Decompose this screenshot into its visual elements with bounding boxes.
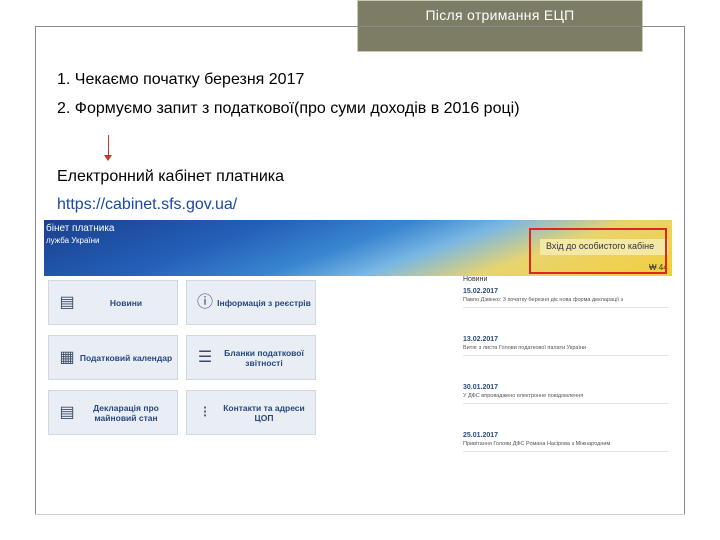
banner-subtitle: лужба України xyxy=(46,236,100,245)
forms-icon: ☰ xyxy=(197,349,213,366)
tile-label: Інформація з реєстрів xyxy=(217,297,311,308)
tile-tax-calendar[interactable]: ▦ Податковий календар xyxy=(48,335,178,380)
news-header: Новини xyxy=(463,276,488,283)
news-item[interactable]: 15.02.2017 Павло Дзвінко: 3 початку бере… xyxy=(463,288,668,308)
tile-declaration[interactable]: ▤ Декларація про майновий стан xyxy=(48,390,178,435)
divider xyxy=(35,514,685,515)
news-item[interactable]: 13.02.2017 Витяг з листа Голови податков… xyxy=(463,336,668,356)
step-two-text: 2. Формуємо запит з податкової(про суми … xyxy=(57,100,520,117)
cabinet-url-link[interactable]: https://cabinet.sfs.gov.ua/ xyxy=(57,196,237,214)
news-date: 25.01.2017 xyxy=(463,432,499,439)
divider xyxy=(463,451,668,452)
tile-label: Податковий календар xyxy=(79,352,173,363)
news-date: 30.01.2017 xyxy=(463,384,499,391)
news-item[interactable]: 30.01.2017 У ДФС впроваджено електронне … xyxy=(463,384,668,404)
newspaper-icon: ▤ xyxy=(59,294,75,311)
step-one-text: 1. Чекаємо початку березня 2017 xyxy=(57,71,305,88)
tile-contacts[interactable]: ⁝ Контакти та адреси ЦОП xyxy=(186,390,316,435)
tile-label: Контакти та адреси ЦОП xyxy=(223,402,305,423)
banner-title: бінет платника xyxy=(46,223,115,234)
news-panel: Новини 15.02.2017 Павло Дзвінко: 3 почат… xyxy=(458,276,668,512)
tile-registry-info[interactable]: ⓘ Інформація з реєстрів xyxy=(186,280,316,325)
news-text: Павло Дзвінко: 3 початку березня діє нов… xyxy=(463,297,624,303)
tile-tax-forms[interactable]: ☰ Бланки податкової звітності xyxy=(186,335,316,380)
news-text: Витяг з листа Голови податкової палати У… xyxy=(463,345,587,351)
divider xyxy=(463,355,668,356)
tile-label: Бланки податкової звітності xyxy=(224,347,304,368)
calendar-icon: ▦ xyxy=(59,349,75,366)
news-item[interactable]: 25.01.2017 Привітання Голови ДФС Романа … xyxy=(463,432,668,452)
tile-label: Декларація про майновий стан xyxy=(93,402,159,423)
contacts-icon: ⁝ xyxy=(202,404,208,421)
tile-news[interactable]: ▤ Новини xyxy=(48,280,178,325)
tile-label: Новини xyxy=(109,297,143,308)
news-text: У ДФС впроваджено електронне повідомленн… xyxy=(463,393,584,399)
login-highlight-box xyxy=(529,228,667,274)
news-date: 13.02.2017 xyxy=(463,336,499,343)
info-icon: ⓘ xyxy=(196,294,213,311)
slide-title: Після отримання ЕЦП xyxy=(425,7,575,23)
news-date: 15.02.2017 xyxy=(463,288,499,295)
news-text: Привітання Голови ДФС Романа Насірова з … xyxy=(463,441,611,447)
declaration-icon: ▤ xyxy=(59,404,75,421)
divider xyxy=(463,403,668,404)
divider xyxy=(463,307,668,308)
cabinet-heading: Електронний кабінет платника xyxy=(57,168,285,185)
down-arrow-icon xyxy=(104,135,112,161)
cabinet-screenshot: бінет платника лужба України Вхід до осо… xyxy=(44,220,672,512)
